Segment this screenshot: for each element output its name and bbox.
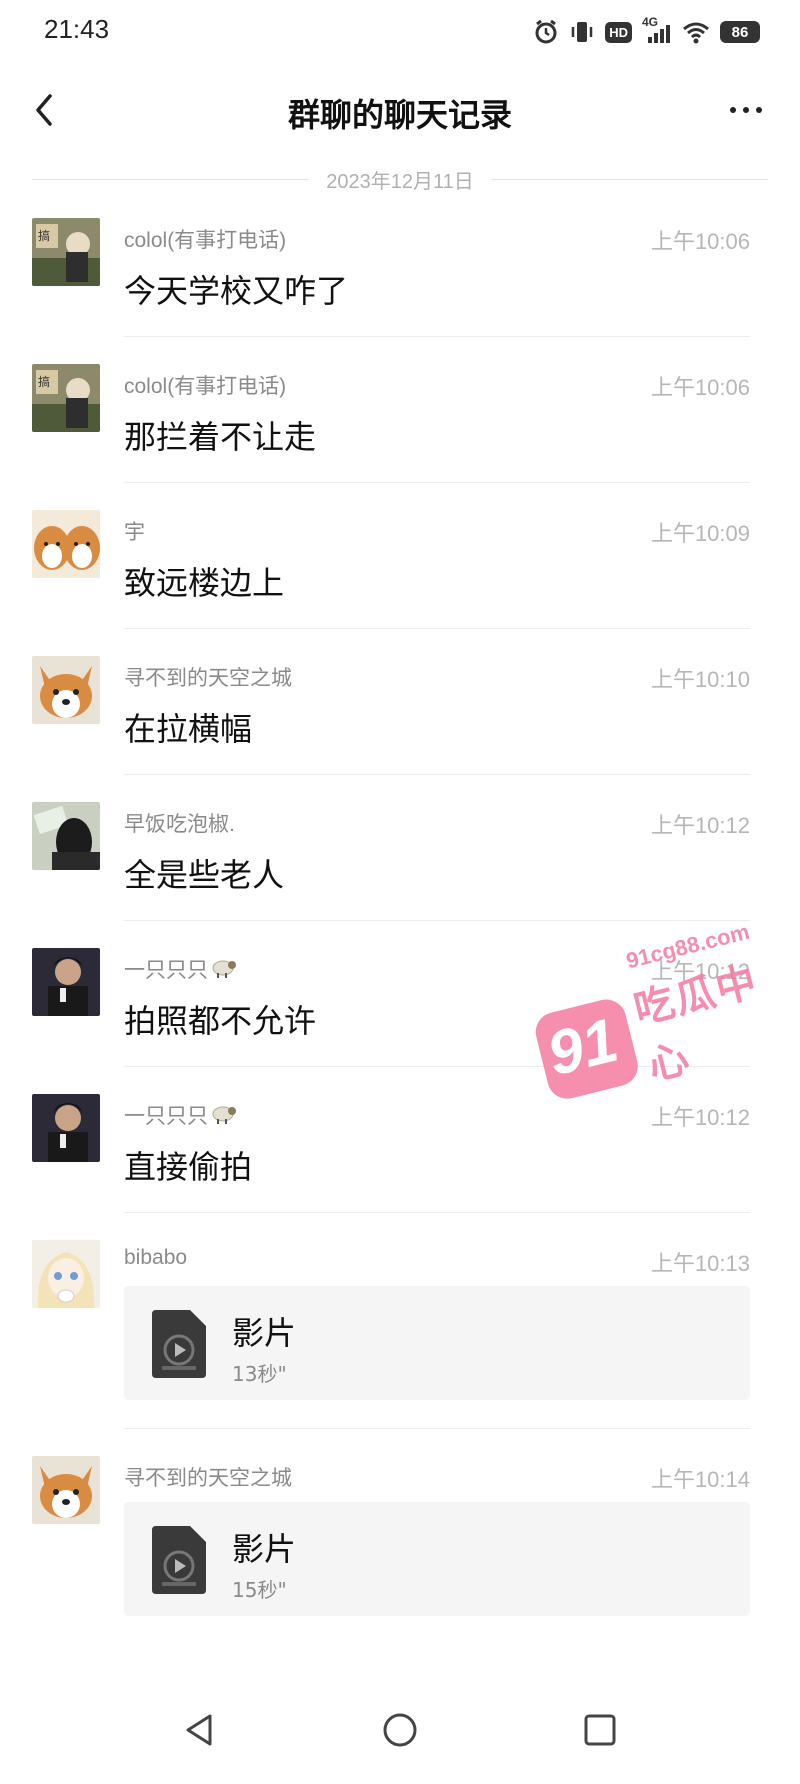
divider: [124, 336, 750, 337]
nav-back-button[interactable]: [176, 1706, 224, 1754]
more-dots-icon: [730, 107, 736, 113]
message-time: 上午10:09: [650, 521, 750, 546]
more-button[interactable]: [722, 98, 770, 122]
message-text: 全是些老人: [124, 856, 285, 894]
divider: [124, 774, 750, 775]
battery-indicator: 86: [720, 21, 760, 43]
signal-4g-icon: 4G: [642, 15, 672, 45]
message-item[interactable]: 一只只只 上午10:12 拍照都不允许: [0, 948, 800, 1078]
sender-name: 一只只只: [124, 954, 236, 985]
message-time: 上午10:06: [650, 229, 750, 254]
wifi-icon: [682, 20, 710, 44]
message-item[interactable]: 宇 上午10:09 致远楼边上: [0, 510, 800, 640]
message-text: 直接偷拍: [124, 1148, 253, 1186]
page-title: 群聊的聊天记录: [287, 96, 512, 134]
sender-name: 寻不到的天空之城: [124, 1467, 292, 1490]
header: 群聊的聊天记录: [0, 64, 800, 156]
status-time: 21:43: [44, 14, 110, 44]
message-item[interactable]: 寻不到的天空之城 上午10:10 在拉横幅: [0, 656, 800, 786]
sender-name: 早饭吃泡椒.: [124, 813, 235, 836]
video-file-card[interactable]: 影片 13秒": [124, 1286, 750, 1400]
nav-home-button[interactable]: [376, 1706, 424, 1754]
sender-name: 宇: [124, 521, 145, 544]
message-time: 上午10:12: [650, 959, 750, 984]
avatar[interactable]: [32, 1094, 100, 1162]
avatar[interactable]: [32, 802, 100, 870]
alarm-icon: [533, 19, 559, 45]
file-name: 影片: [232, 1530, 297, 1568]
sheep-icon: [210, 1103, 236, 1131]
message-time: 上午10:14: [650, 1467, 750, 1492]
back-triangle-icon: [186, 1714, 212, 1746]
message-time: 上午10:10: [650, 667, 750, 692]
video-file-icon: [152, 1310, 206, 1378]
sender-name: bibabo: [124, 1246, 188, 1269]
status-icons: HD 4G 86: [533, 15, 760, 48]
recents-square-icon: [584, 1714, 616, 1746]
message-time: 上午10:12: [650, 813, 750, 838]
navigation-bar: [0, 1680, 800, 1784]
message-text: 在拉横幅: [124, 710, 253, 748]
sender-name: colol(有事打电话): [124, 375, 287, 398]
file-duration: 15秒": [232, 1578, 287, 1602]
avatar[interactable]: [32, 1456, 100, 1524]
avatar[interactable]: 搞: [32, 218, 100, 286]
avatar[interactable]: [32, 948, 100, 1016]
message-item[interactable]: 搞 colol(有事打电话) 上午10:06 今天学校又咋了: [0, 218, 800, 348]
sender-name: 寻不到的天空之城: [124, 667, 292, 690]
svg-text:搞: 搞: [38, 228, 50, 243]
status-bar: 21:43 HD 4G 86: [0, 0, 800, 64]
message-item[interactable]: 寻不到的天空之城 上午10:14 影片 15秒": [0, 1456, 800, 1656]
file-duration: 13秒": [232, 1362, 287, 1386]
video-file-card[interactable]: 影片 15秒": [124, 1502, 750, 1616]
sheep-icon: [210, 957, 236, 985]
message-time: 上午10:06: [650, 375, 750, 400]
hd-icon: HD: [605, 21, 632, 43]
video-file-icon: [152, 1526, 206, 1594]
divider: [124, 482, 750, 483]
divider: [124, 920, 750, 921]
message-time: 上午10:13: [650, 1251, 750, 1276]
sender-name: 一只只只: [124, 1100, 236, 1131]
message-text: 那拦着不让走: [124, 418, 317, 456]
message-item[interactable]: 搞 colol(有事打电话) 上午10:06 那拦着不让走: [0, 364, 800, 494]
message-text: 今天学校又咋了: [124, 272, 349, 310]
divider: [124, 1066, 750, 1067]
message-text: 致远楼边上: [124, 564, 285, 602]
divider: [124, 628, 750, 629]
divider: [124, 1428, 750, 1429]
file-name: 影片: [232, 1314, 297, 1352]
sender-name: colol(有事打电话): [124, 229, 287, 252]
message-item[interactable]: 早饭吃泡椒. 上午10:12 全是些老人: [0, 802, 800, 932]
date-label: 2023年12月11日: [326, 170, 474, 193]
date-separator: 2023年12月11日: [32, 164, 768, 194]
message-time: 上午10:12: [650, 1105, 750, 1130]
divider: [124, 1212, 750, 1213]
svg-text:搞: 搞: [38, 374, 50, 389]
message-item[interactable]: 一只只只 上午10:12 直接偷拍: [0, 1094, 800, 1224]
avatar[interactable]: [32, 510, 100, 578]
avatar[interactable]: [32, 1240, 100, 1308]
nav-recents-button[interactable]: [576, 1706, 624, 1754]
avatar[interactable]: [32, 656, 100, 724]
home-circle-icon: [383, 1713, 417, 1747]
vibrate-icon: [569, 19, 595, 45]
avatar[interactable]: 搞: [32, 364, 100, 432]
message-text: 拍照都不允许: [124, 1002, 317, 1040]
message-item[interactable]: bibabo 上午10:13 影片 13秒": [0, 1240, 800, 1440]
